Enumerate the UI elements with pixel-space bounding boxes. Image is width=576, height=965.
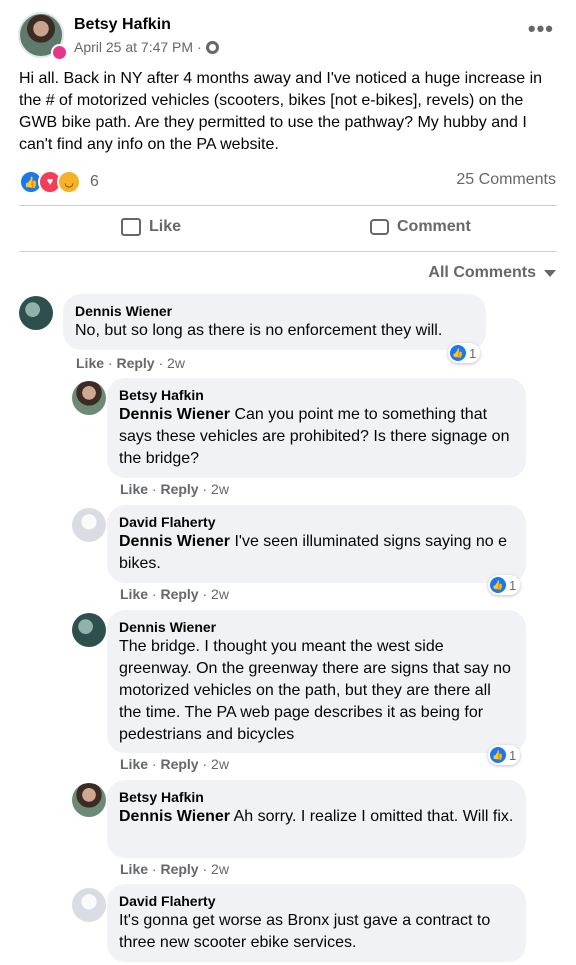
commenter-avatar[interactable] — [19, 296, 53, 330]
comment-author[interactable]: David Flaherty — [119, 513, 514, 531]
comment-age[interactable]: 2w — [211, 756, 229, 772]
comment-actions: Like · Reply · 2w — [76, 355, 185, 371]
caret-down-icon — [544, 269, 556, 277]
comment-actions: Like · Reply · 2w — [120, 756, 229, 772]
comment-bubble: Dennis Wiener The bridge. I thought you … — [107, 610, 526, 753]
post-meta: April 25 at 7:47 PM · — [74, 39, 219, 55]
comment-text: Dennis Wiener I've seen illuminated sign… — [119, 533, 507, 572]
comment-actions: Like · Reply · 2w — [120, 586, 229, 602]
comment-reply-button[interactable]: Reply — [160, 756, 198, 772]
comment-like-button[interactable]: Like — [120, 756, 148, 772]
comment-reply-button[interactable]: Reply — [160, 861, 198, 877]
comment-text: It's gonna get worse as Bronx just gave … — [119, 912, 491, 951]
friends-icon[interactable] — [205, 40, 219, 54]
reaction-summary[interactable]: 👍 ♥ ◡ 6 — [19, 170, 99, 194]
divider — [19, 205, 557, 206]
comment-reactions[interactable]: 👍 1 — [488, 575, 521, 595]
comment-actions: Like · Reply · 2w — [120, 481, 229, 497]
comment-reactions[interactable]: 👍 1 — [488, 745, 521, 765]
comment-text: No, but so long as there is no enforceme… — [75, 322, 443, 339]
comment-age[interactable]: 2w — [167, 355, 185, 371]
comment-bubble: Betsy Hafkin Dennis Wiener Can you point… — [107, 378, 526, 478]
commenter-avatar[interactable] — [72, 508, 106, 542]
post-header: Betsy Hafkin April 25 at 7:47 PM · ••• — [18, 12, 558, 62]
comment-author[interactable]: Betsy Hafkin — [119, 788, 514, 806]
comment-age[interactable]: 2w — [211, 861, 229, 877]
comment-age[interactable]: 2w — [211, 481, 229, 497]
comment-text: Dennis Wiener Can you point me to someth… — [119, 406, 510, 467]
comment-author[interactable]: Dennis Wiener — [75, 302, 474, 320]
like-reaction-icon: 👍 — [490, 747, 506, 763]
thumbs-up-icon — [121, 218, 141, 236]
comment-reply-button[interactable]: Reply — [116, 355, 154, 371]
sad-reaction-icon: ◡ — [57, 170, 81, 194]
comment-reactions[interactable]: 👍 1 — [448, 343, 481, 363]
comment-bubble: David Flaherty Dennis Wiener I've seen i… — [107, 505, 526, 583]
badge-icon — [51, 44, 68, 61]
comment-author[interactable]: Betsy Hafkin — [119, 386, 514, 404]
comment-bubble: Dennis Wiener No, but so long as there i… — [63, 294, 486, 350]
comments-count-link[interactable]: 25 Comments — [456, 171, 556, 189]
comment-text: The bridge. I thought you meant the west… — [119, 638, 511, 743]
commenter-avatar[interactable] — [72, 613, 106, 647]
comment-bubble: David Flaherty It's gonna get worse as B… — [107, 884, 526, 962]
like-reaction-icon: 👍 — [490, 577, 506, 593]
comment-author[interactable]: David Flaherty — [119, 892, 514, 910]
mention-link[interactable]: Dennis Wiener — [119, 533, 230, 550]
comment-author[interactable]: Dennis Wiener — [119, 618, 514, 636]
post-text: Hi all. Back in NY after 4 months away a… — [19, 70, 543, 153]
commenter-avatar[interactable] — [72, 888, 106, 922]
comment-reply-button[interactable]: Reply — [160, 586, 198, 602]
commenter-avatar[interactable] — [72, 381, 106, 415]
post-author-name[interactable]: Betsy Hafkin — [74, 16, 171, 34]
comment-like-button[interactable]: Like — [120, 861, 148, 877]
comment-bubble: Betsy Hafkin Dennis Wiener Ah sorry. I r… — [107, 780, 526, 858]
comment-icon — [370, 219, 389, 235]
comment-reply-button[interactable]: Reply — [160, 481, 198, 497]
comment-button[interactable]: Comment — [370, 218, 471, 236]
comment-sort-dropdown[interactable]: All Comments — [428, 264, 556, 282]
comment-actions: Like · Reply · 2w — [120, 861, 229, 877]
mention-link[interactable]: Dennis Wiener — [119, 808, 230, 825]
post-date[interactable]: April 25 at 7:47 PM — [74, 39, 193, 55]
comment-like-button[interactable]: Like — [120, 586, 148, 602]
divider — [19, 251, 557, 252]
more-options-button[interactable]: ••• — [528, 18, 554, 40]
commenter-avatar[interactable] — [72, 783, 106, 817]
like-reaction-icon: 👍 — [450, 345, 466, 361]
comment-text: Dennis Wiener Ah sorry. I realize I omit… — [119, 808, 514, 825]
comment-age[interactable]: 2w — [211, 586, 229, 602]
reaction-count: 6 — [90, 173, 99, 190]
like-button[interactable]: Like — [121, 218, 181, 236]
comment-like-button[interactable]: Like — [76, 355, 104, 371]
comment-like-button[interactable]: Like — [120, 481, 148, 497]
mention-link[interactable]: Dennis Wiener — [119, 406, 230, 423]
